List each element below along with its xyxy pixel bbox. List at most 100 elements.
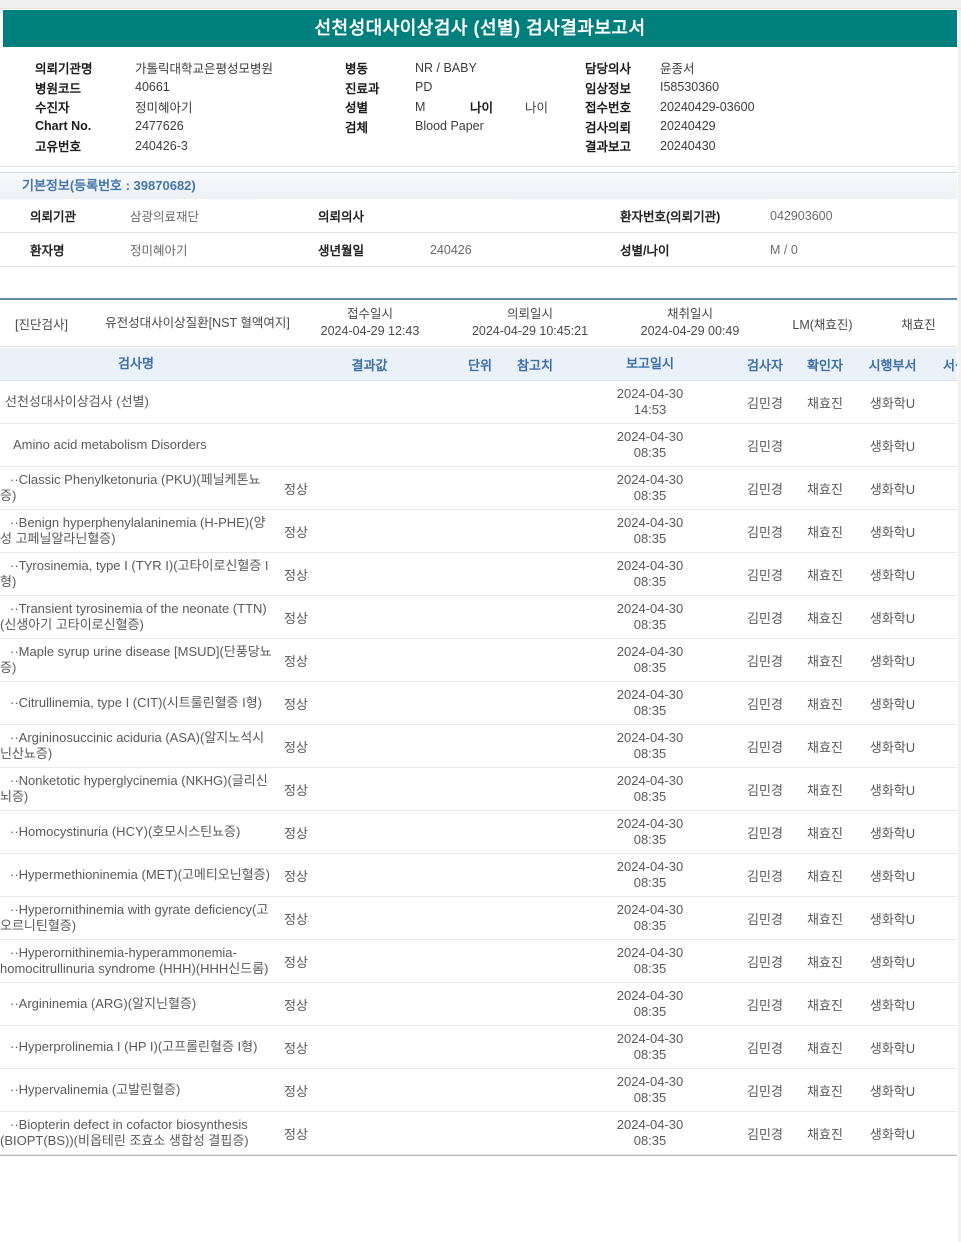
result-row[interactable]: ··Transient tyrosinemia of the neonate (… (0, 596, 957, 639)
result-value: 정상 (284, 825, 308, 841)
reported-time: 08:35 (633, 961, 667, 976)
basic-info-row: 환자명 정미혜아기 생년월일 240426 성별/나이 M / 0 (0, 233, 957, 267)
checker-name: 채효진 (807, 481, 843, 497)
test-name: ··Hyperornithinemia-hyperammonemia-homoc… (0, 945, 269, 976)
field-value: 20240429-03600 (660, 99, 755, 114)
result-row[interactable]: ··Homocystinuria (HCY)(호모시스틴뇨증) 정상 2024-04… (0, 811, 957, 854)
field-value: 20240430 (660, 138, 716, 153)
results-table-body: 선천성대사이상검사 (선별) 2024-04-30 14:53 김민경 채효진 생화학U A… (0, 381, 957, 1155)
department-name: 생화학U (869, 395, 916, 411)
tester-name: 김민경 (747, 997, 783, 1013)
reported-time: 08:35 (633, 488, 667, 503)
reported-date: 2024-04-30 (616, 902, 684, 917)
reported-time: 08:35 (633, 918, 667, 933)
tester-name: 김민경 (747, 524, 783, 540)
result-row[interactable]: ··Hyperornithinemia-hyperammonemia-homoc… (0, 940, 957, 983)
field-value: M (415, 99, 426, 114)
reported-date: 2024-04-30 (616, 601, 684, 616)
received-label: 접수일시 (346, 307, 393, 321)
test-name: ··Tyrosinemia, type I (TYR I)(고타이로신혈증 I형… (0, 558, 269, 589)
result-row[interactable]: 선천성대사이상검사 (선별) 2024-04-30 14:53 김민경 채효진 생화학U (0, 381, 957, 424)
result-row[interactable]: ··Tyrosinemia, type I (TYR I)(고타이로신혈증 I형… (0, 553, 957, 596)
result-value: 정상 (284, 696, 308, 712)
reported-at: 2024-04-30 08:35 (565, 988, 735, 1020)
result-value: 정상 (284, 1040, 308, 1056)
result-row[interactable]: ··Argininemia (ARG)(알지닌혈증) 정상 2024-04-30 08… (0, 983, 957, 1026)
department-name: 생화학U (869, 1126, 916, 1142)
checker-name: 채효진 (807, 524, 843, 540)
result-value: 정상 (284, 524, 308, 540)
result-row[interactable]: ··Hyperprolinemia I (HP I)(고프롤린혈증 I형) 정상 2… (0, 1026, 957, 1069)
test-name: ··Argininosuccinic aciduria (ASA)(알지노석시닌… (0, 730, 265, 761)
reported-at: 2024-04-30 08:35 (565, 1031, 735, 1063)
result-row[interactable]: ··Hyperornithinemia with gyrate deficien… (0, 897, 957, 940)
result-value: 정상 (284, 481, 308, 497)
field-label: 수진자 (35, 101, 70, 116)
reported-at: 2024-04-30 08:35 (565, 644, 735, 676)
field-label: 의뢰의사 (318, 210, 365, 224)
header-field-row: 검사의뢰 20240429 (585, 117, 755, 137)
department-name: 생화학U (869, 868, 916, 884)
reported-at: 2024-04-30 14:53 (565, 386, 735, 418)
header-field-row: 병원코드 40661 (35, 78, 273, 98)
reported-at: 2024-04-30 08:35 (565, 902, 735, 934)
field-label: 진료과 (345, 81, 380, 96)
requested-value: 2024-04-29 10:45:21 (471, 324, 589, 338)
requested-label: 의뢰일시 (506, 307, 553, 321)
department-name: 생화학U (869, 739, 916, 755)
column-header: 검사명 (118, 356, 154, 371)
test-name: Amino acid metabolism Disorders (13, 437, 207, 452)
field-value: I58530360 (660, 80, 720, 95)
department-name: 생화학U (869, 1083, 916, 1099)
reported-time: 14:53 (633, 402, 667, 417)
result-row[interactable]: ··Biopterin defect in cofactor biosynthe… (0, 1112, 957, 1155)
department-name: 생화학U (869, 696, 916, 712)
header-field-row: 성별 M 나이 나이 (345, 97, 548, 117)
result-row[interactable]: ··Hypermethioninemia (MET)(고메티오닌혈증) 정상 202… (0, 854, 957, 897)
reported-at: 2024-04-30 08:35 (565, 945, 735, 977)
department-name: 생화학U (869, 481, 916, 497)
test-name: 선천성대사이상검사 (선별) (5, 394, 149, 409)
result-value: 정상 (284, 1083, 308, 1099)
tester-name: 김민경 (747, 1040, 783, 1056)
result-row[interactable]: ··Maple syrup urine disease [MSUD](단풍당뇨증… (0, 639, 957, 682)
checker-name: 채효진 (807, 868, 843, 884)
test-name: ··Homocystinuria (HCY)(호모시스틴뇨증) (10, 824, 241, 839)
reported-date: 2024-04-30 (616, 687, 684, 702)
checker-name: 채효진 (807, 739, 843, 755)
field-label: 담당의사 (585, 62, 632, 77)
basic-info-section: 기본정보(등록번호 : 39870682) 의뢰기관 삼광의료재단 의뢰의사 환자번호… (0, 172, 957, 267)
result-row[interactable]: ··Benign hyperphenylalaninemia (H-PHE)(양… (0, 510, 957, 553)
result-row[interactable]: ··Hypervalinemia (고발린혈증) 정상 2024-04-30 08:3… (0, 1069, 957, 1112)
reported-time: 08:35 (633, 875, 667, 890)
tester-name: 김민경 (747, 868, 783, 884)
field-label: Chart No. (35, 119, 92, 134)
header-field-row: 검체 Blood Paper (345, 117, 548, 137)
field-value: 240426-3 (135, 138, 188, 153)
column-header: 시행부서 (868, 357, 917, 373)
result-value: 정상 (284, 1126, 308, 1142)
field-label: 의뢰기관명 (35, 62, 93, 77)
reported-time: 08:35 (633, 789, 667, 804)
result-row[interactable]: ··Citrullinemia, type I (CIT)(시트룰린혈증 I형)… (0, 682, 957, 725)
tester-name: 김민경 (747, 610, 783, 626)
result-row[interactable]: ··Classic Phenylketonuria (PKU)(페닐케톤뇨증) 정… (0, 467, 957, 510)
reported-date: 2024-04-30 (616, 472, 684, 487)
field-label: 나이 (470, 101, 494, 116)
checker-name: 채효진 (807, 954, 843, 970)
result-row[interactable]: ··Nonketotic hyperglycinemia (NKHG)(글리신뇌… (0, 768, 957, 811)
field-label: 환자번호(의뢰기관) (620, 210, 721, 224)
result-row[interactable]: Amino acid metabolism Disorders 2024-04-3… (0, 424, 957, 467)
field-label: 접수번호 (585, 101, 632, 116)
reported-date: 2024-04-30 (616, 1117, 684, 1132)
reported-date: 2024-04-30 (616, 515, 684, 530)
tester-name: 김민경 (747, 653, 783, 669)
field-label: 임상정보 (585, 81, 632, 96)
department-name: 생화학U (869, 911, 916, 927)
result-row[interactable]: ··Argininosuccinic aciduria (ASA)(알지노석시닌… (0, 725, 957, 768)
field-value: PD (415, 80, 433, 95)
header-field-row: 담당의사 윤종서 (585, 58, 755, 78)
field-value: 나이 (525, 101, 549, 116)
test-name: ··Nonketotic hyperglycinemia (NKHG)(글리신뇌… (0, 773, 268, 804)
field-label: 생년월일 (318, 244, 365, 258)
